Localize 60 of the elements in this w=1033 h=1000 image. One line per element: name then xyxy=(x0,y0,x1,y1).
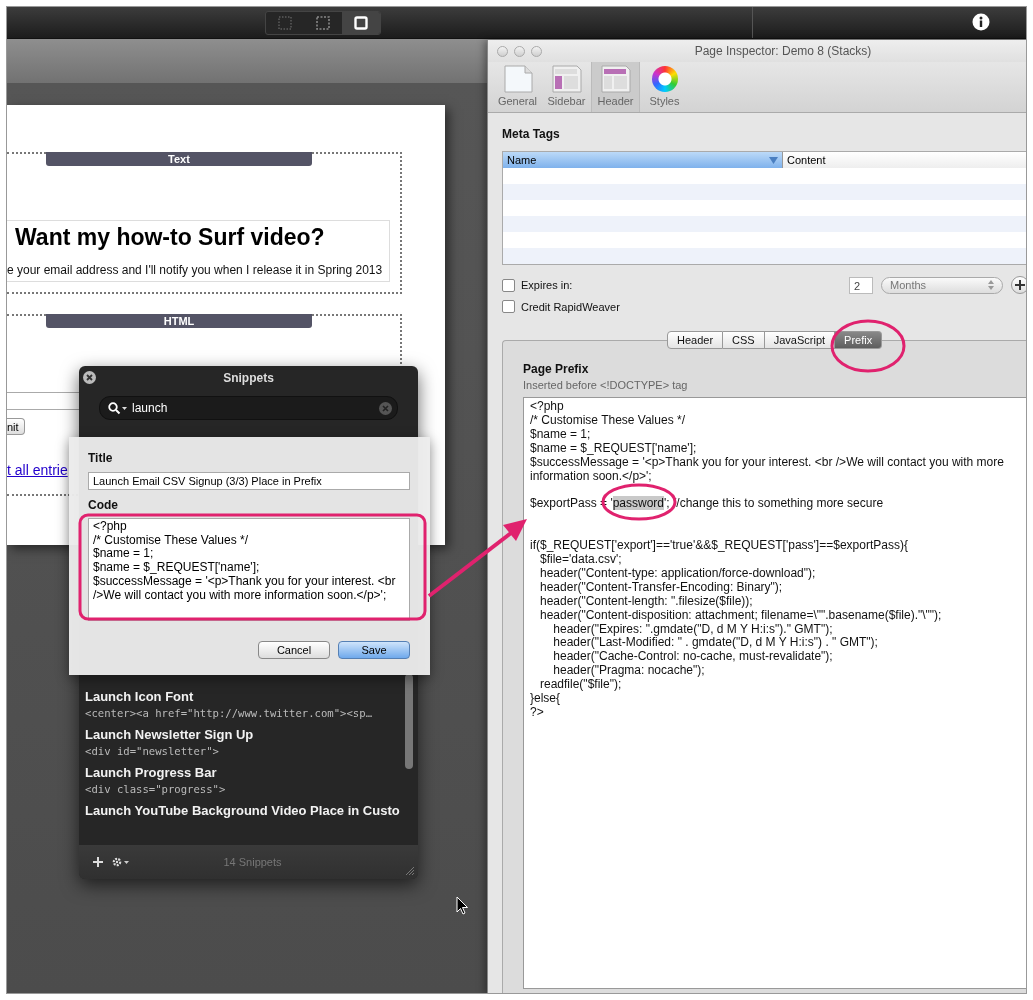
code-tab[interactable]: JavaScript xyxy=(764,331,836,349)
section-title: Meta Tags xyxy=(502,127,561,141)
window-control-icon[interactable] xyxy=(497,45,508,57)
close-icon[interactable] xyxy=(83,371,96,384)
dotted-square-icon xyxy=(316,15,330,30)
section-hint: Inserted before <!DOCTYPE> tag xyxy=(523,379,689,391)
clear-icon[interactable] xyxy=(379,401,392,415)
entries-link[interactable]: t all entrie xyxy=(7,462,68,478)
cancel-button[interactable]: Cancel xyxy=(258,641,330,659)
square-icon xyxy=(354,15,368,30)
gear-icon[interactable] xyxy=(111,856,129,868)
view-mode-button[interactable] xyxy=(342,11,380,34)
snippet-item[interactable]: Launch Progress Bar <div class="progress"> xyxy=(85,765,398,803)
snippet-item[interactable]: Launch Newsletter Sign Up <div id="newsletter"> xyxy=(85,727,398,765)
snippet-count: 14 Snippets xyxy=(222,856,283,868)
window-control-icon[interactable] xyxy=(514,45,525,57)
snippet-item[interactable]: Launch Icon Font <center><a href="http://www.twitter.com"><sp… xyxy=(85,689,398,727)
stack-label: Text xyxy=(46,152,312,166)
number-field[interactable]: 2 xyxy=(849,276,873,294)
checkbox-label: Credit RapidWeaver xyxy=(521,300,620,313)
code-tab[interactable]: CSS xyxy=(723,331,765,349)
unit-dropdown[interactable]: Months xyxy=(881,276,1003,294)
code-tab[interactable]: Prefix xyxy=(835,331,883,349)
add-icon[interactable] xyxy=(93,857,103,867)
inspector-tab[interactable]: Sidebar xyxy=(542,62,591,112)
stack-label: HTML xyxy=(46,314,312,328)
section-title: Page Prefix xyxy=(523,362,590,376)
title-field[interactable]: Launch Email CSV Signup (3/3) Place in Prefix xyxy=(88,472,410,490)
subtext: e your email address and I'll notify you when I release it in Spring 2013 xyxy=(7,263,384,277)
window-title: Page Inspector: Demo 8 (Stacks) xyxy=(693,44,873,58)
cursor-icon xyxy=(456,896,468,915)
sort-arrow-icon xyxy=(769,156,778,164)
checkbox[interactable] xyxy=(502,300,515,313)
info-icon[interactable] xyxy=(972,13,990,31)
code-tab[interactable]: Header xyxy=(667,331,724,349)
field-label: Title xyxy=(88,451,113,465)
save-button[interactable]: Save xyxy=(338,641,410,659)
stepper-arrows-icon xyxy=(988,280,994,290)
dotted-square-icon xyxy=(278,15,292,30)
color-wheel-icon xyxy=(651,66,678,92)
header-layout-icon xyxy=(598,64,633,94)
search-icon xyxy=(108,401,128,415)
window-control-icon[interactable] xyxy=(531,45,542,57)
inspector-tab[interactable]: Header xyxy=(591,62,640,112)
add-button[interactable] xyxy=(1011,276,1026,294)
snippet-item[interactable]: Launch YouTube Background Video Place in Custo xyxy=(85,803,398,841)
column-header[interactable]: Content xyxy=(783,152,1026,168)
inspector-tab[interactable]: Styles xyxy=(640,62,689,112)
checkbox[interactable] xyxy=(502,278,515,292)
code-field[interactable]: <?php /* Customise These Values */ $name = 1; $name = $_REQUEST['name']; $successMessage = '<p>Thank you for your interest. <br />We will contact you with more information soon.</p>'; xyxy=(88,518,410,621)
search-field[interactable]: launch xyxy=(99,396,398,420)
window-title: Snippets xyxy=(223,371,274,385)
scrollbar-thumb[interactable] xyxy=(405,674,413,769)
resize-grip-icon[interactable] xyxy=(404,865,414,875)
inspector-tab[interactable]: General xyxy=(493,62,542,112)
checkbox-label: Expires in: xyxy=(521,279,573,291)
submit-button[interactable]: nit xyxy=(7,418,25,435)
column-header[interactable]: Name xyxy=(503,152,783,168)
field-label: Code xyxy=(88,498,118,512)
heading: Want my how-to Surf video? xyxy=(14,224,326,251)
